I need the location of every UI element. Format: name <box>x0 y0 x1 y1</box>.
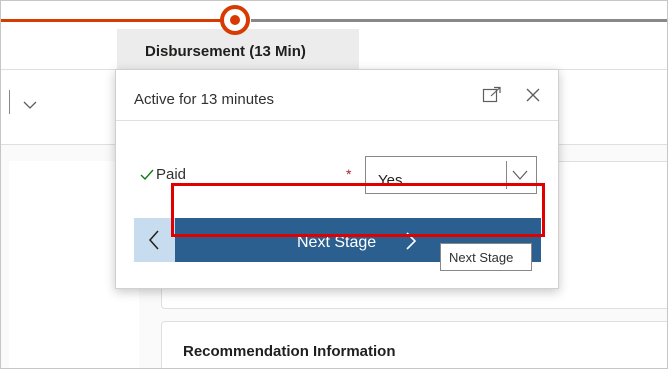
chevron-left-icon <box>148 230 159 250</box>
flyout-header: Active for 13 minutes <box>116 70 558 121</box>
dock-icon[interactable] <box>482 86 502 104</box>
app-frame: Disbursement (13 Min) Recommendation Inf… <box>0 0 668 369</box>
close-icon[interactable] <box>524 86 542 104</box>
active-stage-indicator-icon[interactable] <box>220 5 250 35</box>
section-title: Recommendation Information <box>183 343 396 360</box>
next-stage-tooltip: Next Stage <box>440 243 532 271</box>
progress-line-completed <box>1 19 226 22</box>
highlight-box <box>171 183 545 237</box>
paid-field-label: Paid <box>156 166 187 183</box>
progress-line-remaining <box>251 19 667 22</box>
chevron-down-icon[interactable] <box>23 100 37 110</box>
flyout-title: Active for 13 minutes <box>134 91 275 108</box>
check-icon <box>140 169 154 181</box>
required-indicator: * <box>346 166 352 182</box>
chevron-down-icon[interactable] <box>512 169 528 181</box>
stage-tab-disbursement[interactable]: Disbursement (13 Min) <box>117 29 359 69</box>
header-divider <box>9 90 10 114</box>
business-process-bar: Disbursement (13 Min) <box>1 1 667 70</box>
tooltip-text: Next Stage <box>449 250 514 265</box>
stage-tab-label: Disbursement (13 Min) <box>145 43 306 60</box>
previous-stage-button[interactable] <box>134 218 175 262</box>
